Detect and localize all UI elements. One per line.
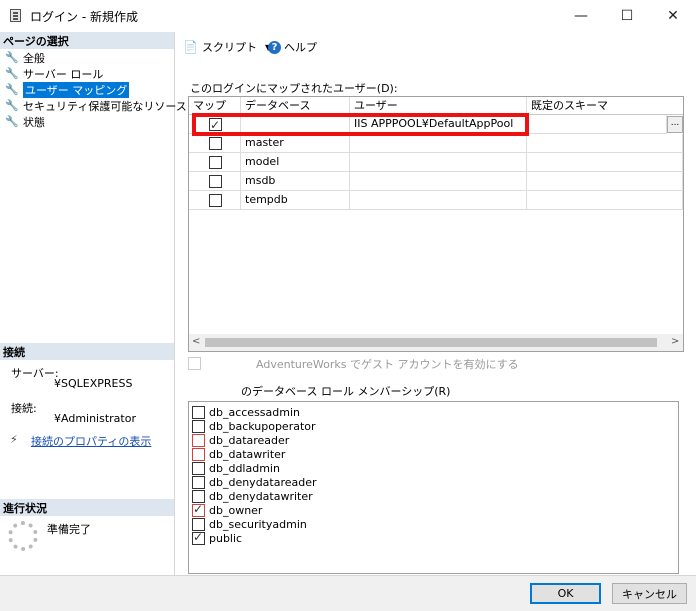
role-checkbox[interactable] [192, 530, 205, 545]
close-button[interactable]: ✕ [650, 0, 696, 32]
progress-header: 進行状況 [0, 499, 174, 516]
role-checkbox[interactable] [192, 419, 205, 433]
map-checkbox[interactable] [209, 175, 222, 188]
mapped-users-title: このログインにマップされたユーザー(D): [190, 82, 398, 95]
list-item[interactable]: db_denydatawriter [189, 489, 313, 503]
list-item[interactable]: db_backupoperator [189, 419, 316, 433]
table-row-database-cell: msdb [241, 172, 350, 191]
minimize-button[interactable]: — [558, 0, 604, 32]
ok-button[interactable]: OK [530, 583, 601, 604]
wrench-icon: 🔧 [5, 115, 19, 128]
table-row-schema-cell[interactable] [527, 172, 683, 191]
table-row-user-cell[interactable] [350, 134, 527, 153]
wrench-icon: 🔧 [5, 67, 19, 80]
nav-item-status[interactable]: 🔧 状態 [5, 114, 45, 130]
role-checkbox[interactable] [192, 461, 205, 475]
help-icon: ? [268, 40, 281, 54]
table-row-schema-cell[interactable] [527, 191, 683, 210]
table-row-schema-cell[interactable] [527, 134, 683, 153]
role-label: db_backupoperator [209, 419, 316, 433]
table-row-schema-cell[interactable] [527, 115, 667, 134]
table-row-user-cell[interactable] [350, 172, 527, 191]
role-checkbox[interactable] [192, 502, 205, 517]
list-item[interactable]: db_owner [189, 502, 263, 517]
nav-item-securables[interactable]: 🔧 セキュリティ保護可能なリソース [5, 98, 187, 114]
highlight-box [192, 113, 529, 136]
progress-spinner-icon [8, 521, 38, 551]
schema-browse-button[interactable]: ... [667, 116, 683, 133]
list-item[interactable]: db_denydatareader [189, 475, 317, 489]
table-row-map-cell [189, 172, 241, 191]
app-icon [10, 9, 21, 22]
wrench-icon: 🔧 [5, 51, 19, 64]
role-label: db_owner [209, 503, 263, 517]
role-label: db_accessadmin [209, 405, 300, 419]
connection-properties-link[interactable]: 接続のプロパティの表示 [31, 433, 151, 449]
maximize-button[interactable]: ☐ [604, 0, 650, 32]
connection-label: 接続: [11, 402, 37, 415]
role-label: db_securityadmin [209, 517, 307, 531]
list-item[interactable]: db_accessadmin [189, 405, 300, 419]
plug-icon: ⚡ [10, 433, 18, 446]
map-checkbox[interactable] [209, 137, 222, 150]
nav-item-label: セキュリティ保護可能なリソース [23, 100, 187, 113]
nav-item-label: サーバー ロール [23, 68, 104, 81]
role-membership-list[interactable]: db_accessadmin db_backupoperator db_data… [188, 401, 679, 574]
list-item[interactable]: db_datawriter [189, 447, 285, 461]
role-label: db_ddladmin [209, 461, 280, 475]
progress-status: 準備完了 [47, 523, 91, 536]
wrench-icon: 🔧 [5, 99, 19, 112]
connection-header: 接続 [0, 343, 174, 360]
role-label: db_datawriter [209, 447, 286, 461]
list-item[interactable]: db_ddladmin [189, 461, 280, 475]
role-label: db_denydatawriter [209, 489, 313, 503]
nav-item-label: ユーザー マッピング [23, 82, 130, 98]
nav-item-label: 状態 [23, 116, 45, 129]
role-label: public [209, 531, 243, 545]
table-row-database-cell: model [241, 153, 350, 172]
table-row-database-cell: tempdb [241, 191, 350, 210]
script-icon: 📄 [183, 40, 198, 54]
cancel-button[interactable]: キャンセル [612, 583, 687, 604]
table-row-database-cell: master [241, 134, 350, 153]
list-item[interactable]: db_securityadmin [189, 517, 307, 531]
help-label: ヘルプ [284, 41, 317, 54]
help-button[interactable]: ? ヘルプ [268, 39, 317, 55]
script-label: スクリプト [201, 41, 257, 54]
nav-item-server-roles[interactable]: 🔧 サーバー ロール [5, 66, 103, 82]
scroll-left-icon[interactable]: < [192, 336, 200, 347]
page-select-header: ページの選択 [0, 32, 174, 49]
server-label: サーバー: [11, 367, 59, 380]
table-row-schema-cell[interactable] [527, 153, 683, 172]
role-checkbox[interactable] [192, 475, 205, 489]
list-item[interactable]: db_datareader [189, 433, 289, 447]
role-checkbox[interactable] [192, 447, 205, 461]
table-row-user-cell[interactable] [350, 153, 527, 172]
scroll-right-icon[interactable]: > [671, 336, 679, 347]
table-row-user-cell[interactable] [350, 191, 527, 210]
role-checkbox[interactable] [192, 405, 205, 419]
nav-item-user-mapping[interactable]: 🔧 ユーザー マッピング [5, 82, 130, 98]
script-button[interactable]: 📄 スクリプト ▼ [183, 39, 271, 55]
table-row-map-cell [189, 191, 241, 210]
role-label: db_denydatareader [209, 475, 317, 489]
list-item[interactable]: public [189, 530, 243, 545]
server-value: ¥SQLEXPRESS [54, 377, 133, 390]
guest-account-checkbox[interactable] [188, 357, 201, 370]
role-membership-title: のデータベース ロール メンバーシップ(R) [241, 385, 451, 398]
nav-item-general[interactable]: 🔧 全般 [5, 50, 45, 66]
connection-value: ¥Administrator [54, 412, 136, 425]
scrollbar-thumb[interactable] [205, 338, 657, 347]
map-checkbox[interactable] [209, 194, 222, 207]
role-label: db_datareader [209, 433, 290, 447]
wrench-icon: 🔧 [5, 83, 19, 96]
nav-item-label: 全般 [23, 52, 45, 65]
window-title: ログイン - 新規作成 [30, 10, 138, 24]
column-header-default-schema[interactable]: 既定のスキーマ [527, 97, 683, 115]
map-checkbox[interactable] [209, 156, 222, 169]
table-row-map-cell [189, 153, 241, 172]
table-row-map-cell [189, 134, 241, 153]
guest-account-label: AdventureWorks でゲスト アカウントを有効にする [256, 358, 519, 371]
role-checkbox[interactable] [192, 433, 205, 447]
